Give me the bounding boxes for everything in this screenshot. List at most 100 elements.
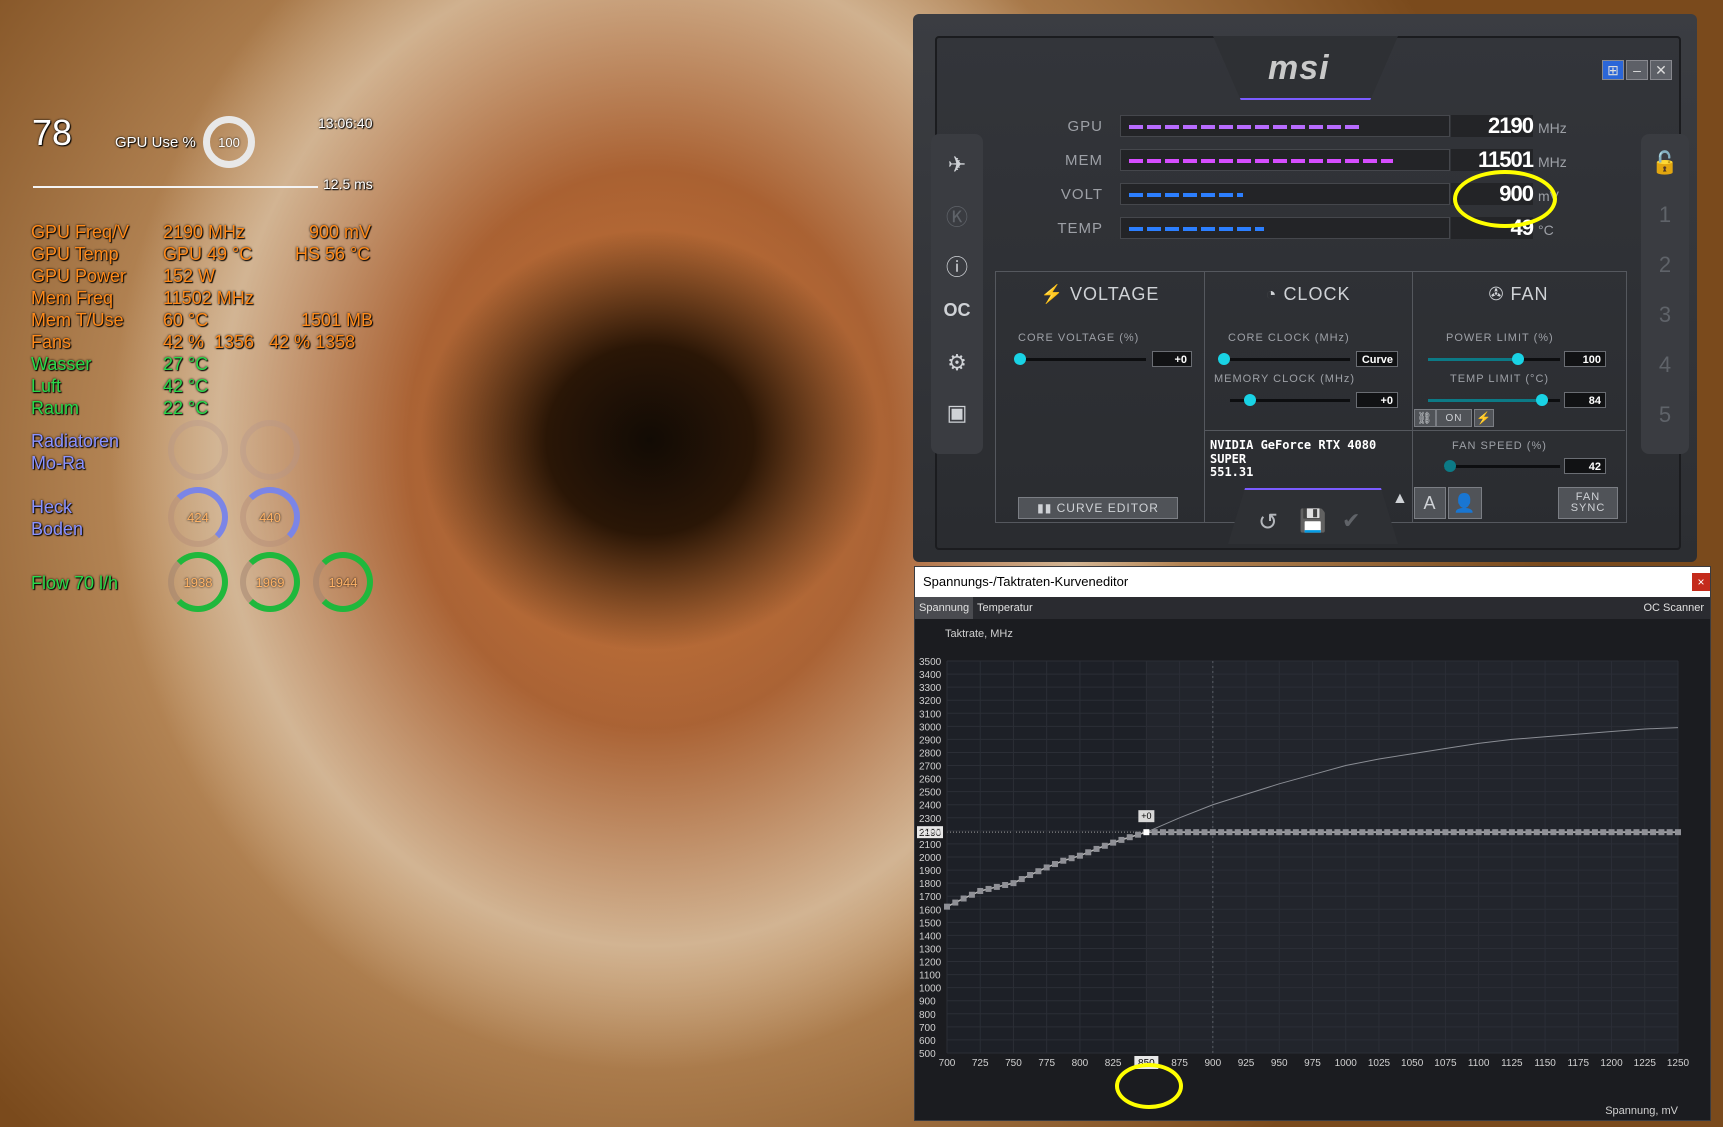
power-limit-input[interactable]: 100: [1564, 351, 1606, 367]
curve-point[interactable]: [1591, 829, 1598, 836]
curve-point[interactable]: [1043, 864, 1050, 871]
profile-4-button[interactable]: 4: [1641, 352, 1689, 378]
curve-point[interactable]: [1625, 829, 1632, 836]
curve-point[interactable]: [1101, 842, 1108, 849]
curve-editor-close-button[interactable]: ×: [1692, 573, 1710, 591]
curve-point[interactable]: [1342, 829, 1349, 836]
curve-point[interactable]: [1118, 836, 1125, 843]
curve-point[interactable]: [977, 887, 984, 894]
auto-fan-icon[interactable]: A: [1414, 487, 1446, 519]
curve-point[interactable]: [1492, 829, 1499, 836]
curve-point[interactable]: [1284, 829, 1291, 836]
curve-point[interactable]: [1575, 829, 1582, 836]
curve-point[interactable]: [1334, 829, 1341, 836]
curve-point[interactable]: [1567, 829, 1574, 836]
curve-point[interactable]: [1085, 849, 1092, 856]
curve-point[interactable]: [1409, 829, 1416, 836]
k-boost-icon[interactable]: Ⓚ: [931, 200, 983, 232]
profile-5-button[interactable]: 5: [1641, 402, 1689, 428]
fan-sync-button[interactable]: FAN SYNC: [1558, 487, 1618, 519]
slider-knob[interactable]: [1536, 394, 1548, 406]
curve-point[interactable]: [1035, 868, 1042, 875]
core-clock-slider[interactable]: [1218, 353, 1350, 365]
tab-spannung[interactable]: Spannung: [915, 597, 974, 619]
memory-clock-slider[interactable]: [1230, 394, 1350, 406]
curve-point[interactable]: [1234, 829, 1241, 836]
curve-point[interactable]: [1359, 829, 1366, 836]
user-define-icon[interactable]: 👤: [1448, 487, 1482, 519]
curve-point[interactable]: [1184, 829, 1191, 836]
curve-point[interactable]: [1525, 829, 1532, 836]
curve-point[interactable]: [1060, 857, 1067, 864]
monitoring-icon[interactable]: ▣: [931, 400, 983, 426]
slider-knob[interactable]: [1014, 353, 1026, 365]
curve-point[interactable]: [960, 895, 967, 902]
curve-point[interactable]: [1135, 831, 1142, 838]
fan-speed-input[interactable]: 42: [1564, 458, 1606, 474]
curve-point[interactable]: [1010, 880, 1017, 887]
curve-point[interactable]: [944, 903, 950, 910]
slider-knob[interactable]: [1244, 394, 1256, 406]
curve-point[interactable]: [1068, 855, 1075, 862]
curve-point[interactable]: [1434, 829, 1441, 836]
curve-point[interactable]: [1375, 829, 1382, 836]
temp-limit-input[interactable]: 84: [1564, 392, 1606, 408]
slider-knob[interactable]: [1218, 353, 1230, 365]
curve-point[interactable]: [1218, 829, 1225, 836]
curve-point[interactable]: [1168, 829, 1175, 836]
expand-arrow-icon[interactable]: ▲: [1392, 490, 1408, 508]
slider-knob[interactable]: [1512, 353, 1524, 365]
curve-point[interactable]: [952, 899, 959, 906]
link-toggle[interactable]: ON: [1436, 409, 1472, 427]
curve-point[interactable]: [1292, 829, 1299, 836]
curve-point[interactable]: [1641, 829, 1648, 836]
apply-check-icon[interactable]: ✔: [1342, 508, 1360, 534]
memory-clock-input[interactable]: +0: [1356, 392, 1398, 408]
priority-lightning-icon[interactable]: ⚡: [1474, 409, 1494, 427]
curve-point[interactable]: [1650, 829, 1657, 836]
curve-point[interactable]: [1301, 829, 1308, 836]
curve-point[interactable]: [1658, 829, 1665, 836]
curve-point[interactable]: [1608, 829, 1615, 836]
curve-point[interactable]: [1467, 829, 1474, 836]
curve-point[interactable]: [993, 883, 1000, 890]
curve-point[interactable]: [1675, 829, 1681, 836]
curve-point[interactable]: [1666, 829, 1673, 836]
curve-point[interactable]: [1500, 829, 1507, 836]
info-icon[interactable]: ⓘ: [931, 250, 983, 282]
curve-point[interactable]: [1093, 845, 1100, 852]
kombustor-icon[interactable]: ✈: [931, 152, 983, 178]
lock-icon[interactable]: 🔓: [1641, 150, 1689, 176]
curve-point[interactable]: [1459, 829, 1466, 836]
core-voltage-slider[interactable]: [1014, 353, 1146, 365]
curve-point[interactable]: [1326, 829, 1333, 836]
curve-point[interactable]: [1425, 829, 1432, 836]
curve-point[interactable]: [1317, 829, 1324, 836]
curve-point[interactable]: [1267, 829, 1274, 836]
minimize-button[interactable]: –: [1626, 60, 1648, 80]
curve-point[interactable]: [1616, 829, 1623, 836]
curve-point[interactable]: [1259, 829, 1266, 836]
curve-point[interactable]: [1367, 829, 1374, 836]
curve-point[interactable]: [1442, 829, 1449, 836]
curve-point[interactable]: [1193, 829, 1200, 836]
link-icon[interactable]: ⛓: [1414, 409, 1436, 427]
curve-point[interactable]: [1051, 861, 1058, 868]
curve-point[interactable]: [1533, 829, 1540, 836]
reset-icon[interactable]: ↺: [1258, 508, 1278, 537]
slider-knob[interactable]: [1444, 460, 1456, 472]
profile-3-button[interactable]: 3: [1641, 302, 1689, 328]
curve-point[interactable]: [1110, 839, 1117, 846]
fan-speed-slider[interactable]: [1444, 460, 1560, 472]
curve-point[interactable]: [1392, 829, 1399, 836]
curve-point[interactable]: [1475, 829, 1482, 836]
curve-point[interactable]: [1027, 871, 1034, 878]
profile-2-button[interactable]: 2: [1641, 252, 1689, 278]
curve-point[interactable]: [968, 891, 975, 898]
temp-limit-slider[interactable]: [1428, 394, 1560, 406]
power-limit-slider[interactable]: [1428, 353, 1560, 365]
curve-point[interactable]: [1583, 829, 1590, 836]
curve-point[interactable]: [1384, 829, 1391, 836]
close-button[interactable]: ✕: [1650, 60, 1672, 80]
curve-point[interactable]: [1558, 829, 1565, 836]
